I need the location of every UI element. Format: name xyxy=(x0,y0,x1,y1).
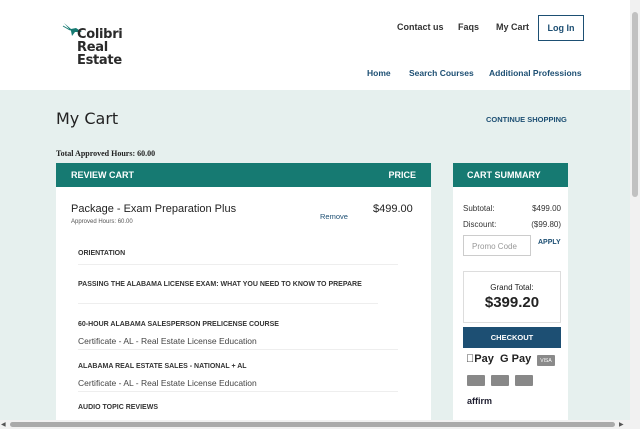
scroll-right-icon[interactable]: ▶ xyxy=(619,421,624,428)
course-title: ORIENTATION xyxy=(78,250,126,257)
subtotal-value: $499.00 xyxy=(532,204,561,213)
review-cart-heading: REVIEW CART xyxy=(71,170,134,180)
list-item: ORIENTATION xyxy=(78,249,398,265)
scroll-left-icon[interactable]: ◀ xyxy=(1,421,6,428)
list-item: ALABAMA REAL ESTATE SALES - NATIONAL + A… xyxy=(78,362,398,392)
remove-button[interactable]: Remove xyxy=(320,212,348,221)
cart-summary-heading: CART SUMMARY xyxy=(467,170,541,180)
list-item: 60-HOUR ALABAMA SALESPERSON PRELICENSE C… xyxy=(78,320,398,350)
nav-contact-us[interactable]: Contact us xyxy=(397,22,444,32)
checkout-button[interactable]: CHECKOUT xyxy=(463,327,561,348)
apply-button[interactable]: APPLY xyxy=(538,239,561,246)
cart-summary-panel: CART SUMMARY Subtotal: $499.00 Discount:… xyxy=(453,163,568,425)
total-approved-hours: Total Approved Hours: 60.00 xyxy=(56,149,156,158)
grand-total-box: Grand Total: $399.20 xyxy=(463,271,561,323)
apple-pay-logo: Pay xyxy=(466,353,494,365)
nav-faqs[interactable]: Faqs xyxy=(458,22,479,32)
discount-row: Discount: ($99.80) xyxy=(463,220,561,229)
package-price: $499.00 xyxy=(373,203,413,215)
colibri-logo[interactable]: Colibri Real Estate xyxy=(62,20,152,67)
course-title: ALABAMA REAL ESTATE SALES - NATIONAL + A… xyxy=(78,363,247,370)
nav-home[interactable]: Home xyxy=(367,68,391,78)
site-header: Colibri Real Estate Contact us Faqs My C… xyxy=(0,0,630,90)
course-title: 60-HOUR ALABAMA SALESPERSON PRELICENSE C… xyxy=(78,321,279,328)
mastercard-icon xyxy=(467,375,485,386)
course-title: PASSING THE ALABAMA LICENSE EXAM: WHAT Y… xyxy=(78,281,362,288)
vertical-scrollbar[interactable] xyxy=(630,0,640,420)
horizontal-scroll-thumb[interactable] xyxy=(10,422,615,427)
course-certificate: Certificate - AL - Real Estate License E… xyxy=(78,378,257,388)
discount-value: ($99.80) xyxy=(531,220,561,229)
vertical-scroll-thumb[interactable] xyxy=(632,12,638,197)
review-cart-panel: REVIEW CART PRICE Package - Exam Prepara… xyxy=(56,163,431,425)
logo-line-2: Real Estate xyxy=(77,40,122,68)
grand-total-value: $399.20 xyxy=(484,294,540,311)
discount-label: Discount: xyxy=(463,220,497,229)
page-title: My Cart xyxy=(56,109,119,128)
grand-total-label: Grand Total: xyxy=(490,283,534,292)
course-certificate: Certificate - AL - Real Estate License E… xyxy=(78,336,257,346)
cart-summary-header: CART SUMMARY xyxy=(453,163,568,187)
amex-icon xyxy=(515,375,533,386)
continue-shopping-link[interactable]: CONTINUE SHOPPING xyxy=(486,115,567,124)
promo-code-input[interactable]: Promo Code xyxy=(463,235,531,256)
price-heading: PRICE xyxy=(388,170,416,180)
subtotal-label: Subtotal: xyxy=(463,204,495,213)
google-pay-logo: G Pay xyxy=(500,353,532,365)
affirm-logo: affirm xyxy=(467,396,493,406)
list-item: PASSING THE ALABAMA LICENSE EXAM: WHAT Y… xyxy=(78,280,378,304)
visa-icon: VISA xyxy=(537,355,555,366)
subtotal-row: Subtotal: $499.00 xyxy=(463,204,561,213)
nav-additional-professions[interactable]: Additional Professions xyxy=(489,68,582,78)
login-button[interactable]: Log In xyxy=(538,15,584,41)
review-cart-header: REVIEW CART PRICE xyxy=(56,163,431,187)
discover-icon xyxy=(491,375,509,386)
apple-icon:  xyxy=(466,353,474,365)
horizontal-scrollbar[interactable]: ◀ ▶ xyxy=(0,420,640,429)
package-hours: Approved Hours: 60.00 xyxy=(71,219,133,225)
nav-search-courses[interactable]: Search Courses xyxy=(409,68,474,78)
course-title: AUDIO TOPIC REVIEWS xyxy=(78,404,158,411)
package-name: Package - Exam Preparation Plus xyxy=(71,203,237,215)
apple-pay-text: Pay xyxy=(466,353,494,365)
nav-my-cart[interactable]: My Cart xyxy=(496,22,529,32)
